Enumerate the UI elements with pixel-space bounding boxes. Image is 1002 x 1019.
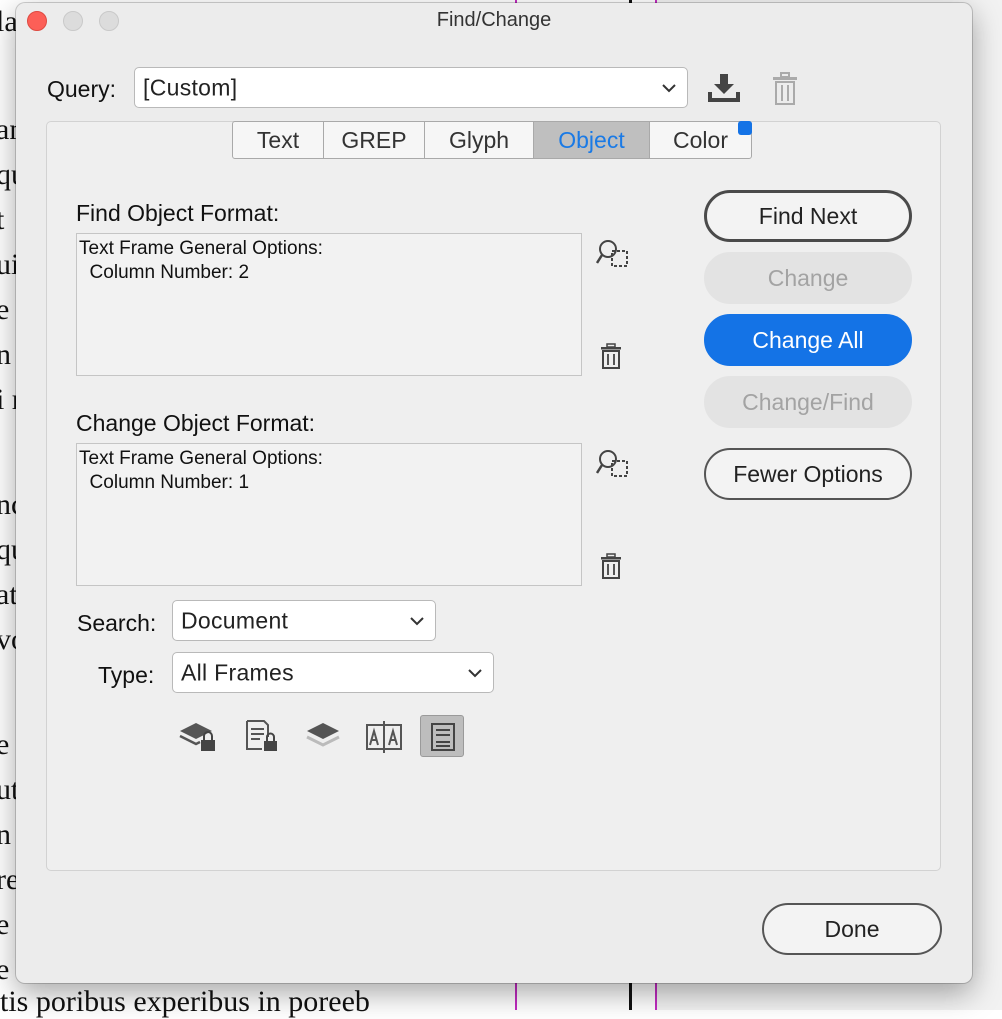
frame-type-select[interactable]: All Frames <box>172 652 494 693</box>
doc-text-line: e <box>0 908 10 941</box>
change-button[interactable]: Change <box>704 252 912 304</box>
save-query-icon[interactable] <box>706 72 742 104</box>
frame-type-value: All Frames <box>181 659 294 685</box>
query-label: Query: <box>47 76 117 102</box>
title-bar[interactable]: Find/Change <box>16 3 972 37</box>
change-all-button[interactable]: Change All <box>704 314 912 366</box>
doc-text-line: n <box>0 338 11 371</box>
doc-text-line: tis poribus experibus in poreeb <box>0 985 370 1018</box>
include-hidden-layers-toggle[interactable] <box>301 715 345 757</box>
chevron-down-icon <box>410 616 424 625</box>
include-locked-layers-toggle[interactable] <box>176 715 220 757</box>
search-scope-select[interactable]: Document <box>172 600 436 641</box>
search-label: Search: <box>77 610 157 636</box>
window-title: Find/Change <box>436 9 552 31</box>
find-next-button[interactable]: Find Next <box>704 190 912 242</box>
include-hidden-layers-icon <box>306 723 340 747</box>
change-format-label: Change Object Format: <box>76 410 316 436</box>
include-locked-objects-icon <box>246 720 277 751</box>
include-footnotes-toggle[interactable] <box>420 715 464 757</box>
tab-glyph[interactable]: Glyph <box>425 122 534 158</box>
fewer-options-button[interactable]: Fewer Options <box>704 448 912 500</box>
include-locked-objects-toggle[interactable] <box>240 715 284 757</box>
tab-color[interactable]: Color <box>650 122 751 158</box>
color-tab-indicator <box>738 121 752 135</box>
doc-text-line: e <box>0 293 10 326</box>
search-scope-value: Document <box>181 607 289 633</box>
doc-text-line: e <box>0 953 10 986</box>
change-find-button[interactable]: Change/Find <box>704 376 912 428</box>
include-locked-layers-icon <box>179 723 215 751</box>
change-format-box[interactable]: Text Frame General Options: Column Numbe… <box>76 443 582 586</box>
tab-object[interactable]: Object <box>534 122 650 158</box>
include-footnotes-icon <box>431 723 455 751</box>
mode-tabs: Text GREP Glyph Object Color <box>232 121 752 159</box>
find-format-label: Find Object Format: <box>76 200 280 226</box>
include-master-pages-toggle[interactable] <box>362 715 406 757</box>
doc-text-line: at <box>0 578 18 611</box>
doc-text-line: t <box>0 203 5 236</box>
done-button[interactable]: Done <box>762 903 942 955</box>
close-window-button[interactable] <box>27 11 47 31</box>
tab-text[interactable]: Text <box>233 122 324 158</box>
doc-text-line: n <box>0 818 11 851</box>
include-master-pages-icon <box>366 721 402 753</box>
delete-query-icon[interactable] <box>771 72 799 106</box>
tab-grep[interactable]: GREP <box>324 122 425 158</box>
find-change-dialog: Find/Change Query: [Custom] Text GREP Gl… <box>16 3 972 983</box>
clear-change-attributes-icon[interactable] <box>600 553 622 579</box>
clear-find-attributes-icon[interactable] <box>600 343 622 369</box>
query-value: [Custom] <box>143 74 238 100</box>
zoom-window-button[interactable] <box>99 11 119 31</box>
query-select[interactable]: [Custom] <box>134 67 688 108</box>
find-format-box[interactable]: Text Frame General Options: Column Numbe… <box>76 233 582 376</box>
doc-text-line: e <box>0 728 10 761</box>
type-label: Type: <box>98 662 155 688</box>
chevron-down-icon <box>662 83 676 92</box>
chevron-down-icon <box>468 668 482 677</box>
specify-find-attributes-icon[interactable] <box>596 239 630 269</box>
minimize-window-button[interactable] <box>63 11 83 31</box>
doc-text-line: la <box>0 5 18 38</box>
specify-change-attributes-icon[interactable] <box>596 449 630 479</box>
